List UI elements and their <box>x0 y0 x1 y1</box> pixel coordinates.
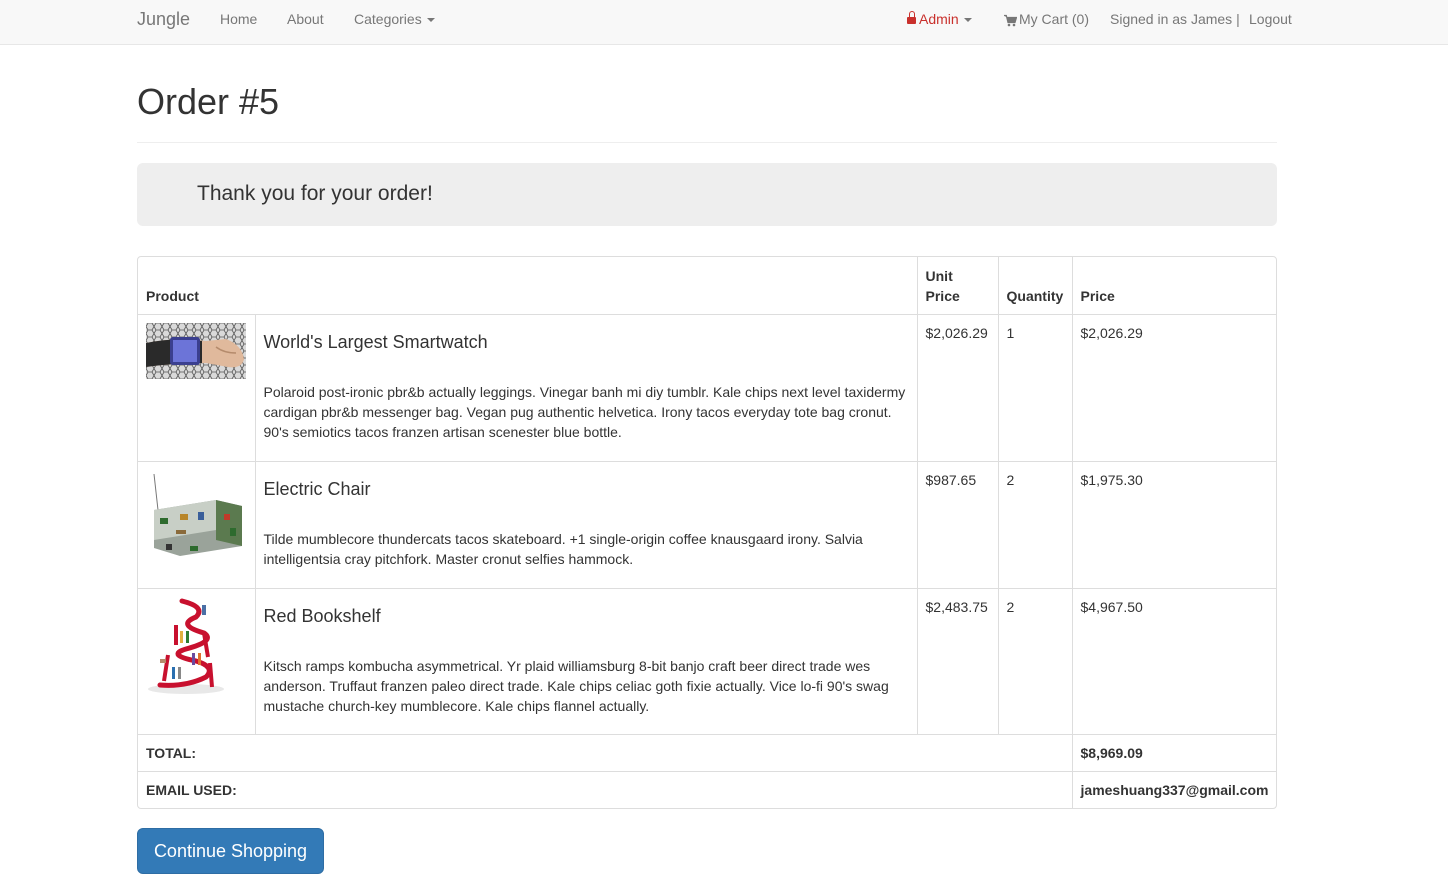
caret-down-icon <box>963 18 972 23</box>
product-image-red-bookshelf <box>146 596 246 697</box>
quantity-cell: 1 <box>997 313 1073 461</box>
lock-icon <box>907 11 916 25</box>
navbar: Jungle Home About Categories Admin My Ca… <box>0 0 1448 45</box>
header-price: Price <box>1071 257 1276 315</box>
product-description: Tilde mumblecore thundercats tacos skate… <box>263 530 863 567</box>
table-row: World's Largest Smartwatch Polaroid post… <box>138 313 1276 461</box>
product-info-cell: World's Largest Smartwatch Polaroid post… <box>254 313 918 461</box>
table-header-row: Product Unit Price Quantity Price <box>138 257 1276 315</box>
total-label: TOTAL: <box>138 733 1073 771</box>
unit-price-cell: $2,483.75 <box>916 587 999 734</box>
header-unit-price: Unit Price <box>916 257 999 315</box>
caret-down-icon <box>426 18 435 23</box>
product-description: Kitsch ramps kombucha asymmetrical. Yr p… <box>263 657 889 714</box>
unit-price-cell: $2,026.29 <box>916 313 999 461</box>
product-name[interactable]: Electric Chair <box>264 479 909 499</box>
total-value: $8,969.09 <box>1071 733 1276 771</box>
continue-shopping-button[interactable]: Continue Shopping <box>137 828 324 874</box>
signed-in-text: Signed in as James | <box>1110 11 1240 27</box>
price-cell: $1,975.30 <box>1071 460 1276 588</box>
product-name[interactable]: World's Largest Smartwatch <box>264 332 909 352</box>
shopping-cart-icon <box>1004 14 1017 27</box>
nav-about-link[interactable]: About <box>287 0 324 38</box>
price-cell: $4,967.50 <box>1071 587 1276 734</box>
nav-categories-dropdown[interactable]: Categories <box>354 0 435 38</box>
nav-cart-label: My Cart (0) <box>1019 11 1089 27</box>
unit-price-cell: $987.65 <box>916 460 999 588</box>
brand-link[interactable]: Jungle <box>137 0 190 38</box>
email-row: EMAIL USED: jameshuang337@gmail.com <box>138 770 1276 808</box>
nav-logout-link[interactable]: Logout <box>1249 0 1292 38</box>
product-image-cell <box>138 460 255 588</box>
email-value: jameshuang337@gmail.com <box>1071 770 1276 808</box>
nav-categories-label: Categories <box>354 11 422 27</box>
total-row: TOTAL: $8,969.09 <box>138 733 1276 771</box>
nav-admin-dropdown[interactable]: Admin <box>907 0 972 38</box>
product-info-cell: Red Bookshelf Kitsch ramps kombucha asym… <box>254 587 918 734</box>
table-row: Red Bookshelf Kitsch ramps kombucha asym… <box>138 587 1276 734</box>
product-image-smartwatch <box>146 322 246 379</box>
product-info-cell: Electric Chair Tilde mumblecore thunderc… <box>254 460 918 588</box>
nav-home-link[interactable]: Home <box>220 0 257 38</box>
quantity-cell: 2 <box>997 587 1073 734</box>
price-cell: $2,026.29 <box>1071 313 1276 461</box>
email-label: EMAIL USED: <box>138 770 1073 808</box>
product-image-electric-chair <box>146 469 246 570</box>
product-description: Polaroid post-ironic pbr&b actually legg… <box>263 383 906 440</box>
thank-you-banner: Thank you for your order! <box>137 163 1277 226</box>
product-image-cell <box>138 587 255 734</box>
table-row: Electric Chair Tilde mumblecore thunderc… <box>138 460 1276 588</box>
page-title: Order #5 <box>137 81 280 122</box>
product-image-cell <box>138 313 255 461</box>
title-divider <box>137 142 1277 143</box>
nav-cart-link[interactable]: My Cart (0) <box>1004 0 1089 38</box>
order-table: Product Unit Price Quantity Price World'… <box>137 256 1277 809</box>
nav-admin-label: Admin <box>919 11 959 27</box>
thank-you-message: Thank you for your order! <box>197 182 433 205</box>
header-quantity: Quantity <box>997 257 1073 315</box>
quantity-cell: 2 <box>997 460 1073 588</box>
product-name[interactable]: Red Bookshelf <box>264 606 909 626</box>
header-product: Product <box>138 257 918 315</box>
